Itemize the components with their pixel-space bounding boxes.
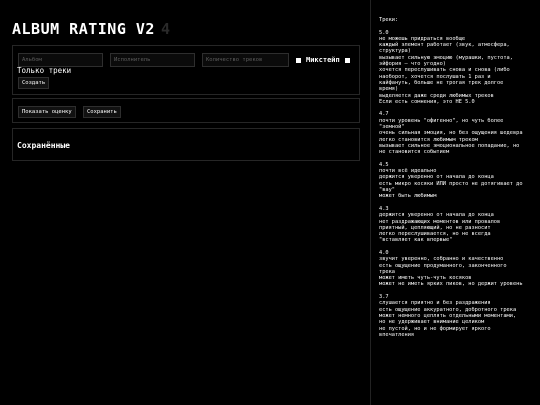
grade-description-line: впечатления <box>379 331 415 338</box>
album-input[interactable] <box>18 53 103 67</box>
app-window: ALBUM RATING V2 4 Микстейп Только треки С… <box>0 0 540 405</box>
main-area: ALBUM RATING V2 4 Микстейп Только треки С… <box>0 0 370 405</box>
grade-description-line: очень сильная эмоция, но без ощущения ше… <box>379 130 523 137</box>
rating-guide-sidebar[interactable]: Треки: 5.0 не можешь придраться вообще каж… <box>370 0 540 405</box>
page-title-text: ALBUM RATING V2 <box>12 20 155 38</box>
track-count-input[interactable] <box>202 53 289 67</box>
grade-block: 3.7 слушается приятно и без раздражения ес… <box>379 294 537 338</box>
rating-guide-heading: Треки: <box>379 17 399 23</box>
grade-block: 5.0 не можешь придраться вообще каждый эле… <box>379 30 537 106</box>
grade-description-line: может быть любимым <box>379 193 437 200</box>
saved-title: Сохранённые <box>17 141 70 150</box>
grade-block: 4.0 звучит уверенно, собранно и качествен… <box>379 250 537 288</box>
rating-guide: Треки: 5.0 не можешь придраться вообще каж… <box>379 17 537 344</box>
grade-description-line: может не иметь ярких пиков, но держит ур… <box>379 281 523 288</box>
save-button[interactable]: Сохранить <box>83 106 121 118</box>
grade-block: 4.3 держится уверенно от начала до конца н… <box>379 206 537 244</box>
grade-description-line: не становится событием <box>379 149 450 156</box>
saved-panel: Сохранённые <box>12 128 360 161</box>
page-title: ALBUM RATING V2 4 <box>12 20 171 38</box>
actions-panel: Показать оценку Сохранить <box>12 98 360 123</box>
create-album-panel: Микстейп Только треки Создать <box>12 45 360 95</box>
grade-description-line: есть микро косяки ИЛИ просто не дотягива… <box>379 180 523 187</box>
show-score-button[interactable]: Показать оценку <box>18 106 76 118</box>
mixtape-label: Микстейп <box>306 56 340 64</box>
create-button[interactable]: Создать <box>18 77 50 89</box>
grade-description-line: "вставляет как впервые" <box>379 237 453 244</box>
grade-block: 4.7 почти уровень "офигенно", но чуть бол… <box>379 111 537 155</box>
artist-input[interactable] <box>110 53 195 67</box>
only-tracks-checkbox[interactable] <box>344 57 350 63</box>
grade-description-line: Если есть сомнения, это НЕ 5.0 <box>379 98 475 105</box>
create-inputs-row: Микстейп <box>18 53 355 67</box>
grade-list: 5.0 не можешь придраться вообще каждый эле… <box>379 30 537 339</box>
only-tracks-label: Только треки <box>17 66 72 75</box>
album-count-badge: 4 <box>160 20 171 38</box>
mixtape-checkbox[interactable] <box>296 57 301 63</box>
grade-block: 4.5 почти всё идеально держится уверенно о… <box>379 162 537 200</box>
